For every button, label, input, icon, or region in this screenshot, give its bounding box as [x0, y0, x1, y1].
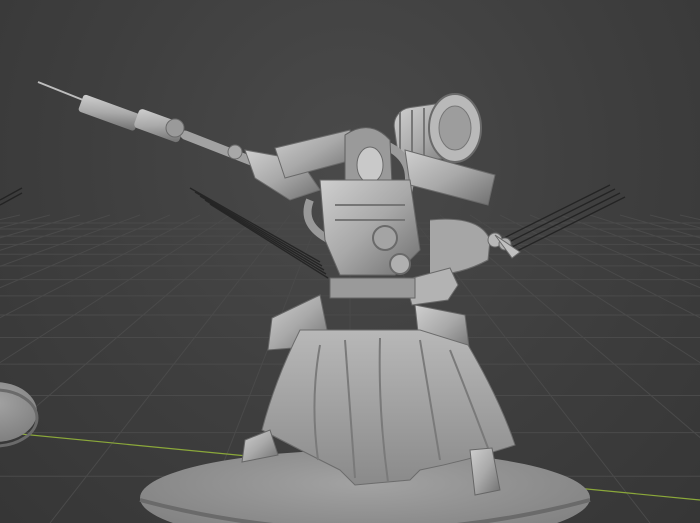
segmented-arm: [429, 218, 521, 276]
chest-dial: [372, 225, 398, 251]
right-foot: [469, 447, 501, 496]
3d-viewport[interactable]: [0, 0, 700, 523]
left-shoulder-pad: [274, 129, 353, 179]
skull-face: [356, 146, 384, 184]
belly-dial: [389, 253, 411, 275]
lattice-pattern-right: [499, 184, 626, 253]
belt: [329, 277, 416, 299]
viewport-canvas[interactable]: [0, 0, 700, 523]
lattice-pattern-far-left: [0, 187, 23, 206]
